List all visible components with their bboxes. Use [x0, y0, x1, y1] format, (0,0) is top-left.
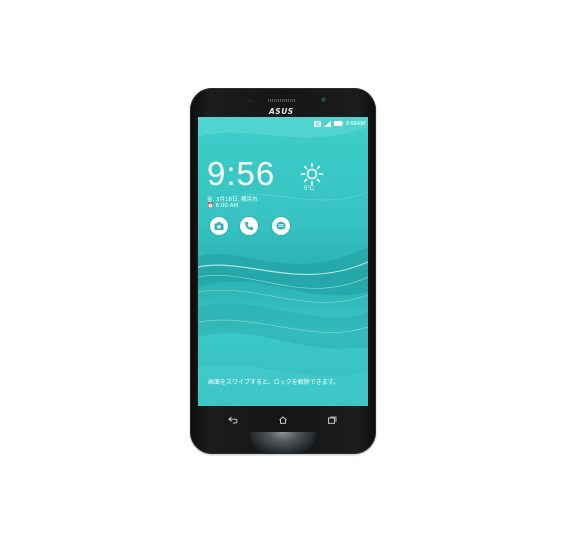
unlock-hint: 画面をスワイプすると、ロックを解除できます。: [208, 379, 340, 386]
phone-icon: [245, 222, 253, 230]
phone-shortcut-button[interactable]: [240, 217, 258, 235]
message-shortcut-button[interactable]: [272, 217, 290, 235]
date-location: 金, 3月18日, 横浜市: [207, 197, 258, 203]
notification-icon: [314, 120, 322, 127]
temperature: 5°C: [304, 186, 315, 192]
camera-icon: [214, 222, 224, 230]
battery-icon: [334, 121, 344, 126]
sun-icon: [300, 162, 324, 186]
recent-apps-icon[interactable]: [327, 416, 337, 424]
brand-logo: ASUS: [269, 107, 294, 116]
phone-device: ASUS 9:56AM 9:56 5°C 金, 3月18日, 横浜市 ⏰ 6:0…: [190, 88, 376, 454]
camera-shortcut-button[interactable]: [210, 217, 228, 235]
front-camera: [321, 97, 327, 103]
alarm-time: ⏰ 6:00 AM: [207, 203, 239, 209]
signal-icon: [324, 120, 332, 127]
status-bar: 9:56AM: [314, 119, 365, 128]
concentric-circle-bezel: [250, 432, 316, 454]
lock-screen[interactable]: 9:56AM 9:56 5°C 金, 3月18日, 横浜市 ⏰ 6:00 AM: [198, 117, 368, 406]
earpiece-speaker: [268, 99, 296, 102]
status-time: 9:56AM: [346, 120, 365, 127]
message-icon: [276, 222, 286, 230]
proximity-sensor: [248, 99, 252, 103]
home-icon[interactable]: [278, 416, 288, 424]
back-icon[interactable]: [228, 416, 238, 424]
lockscreen-clock: 9:56: [207, 155, 276, 192]
